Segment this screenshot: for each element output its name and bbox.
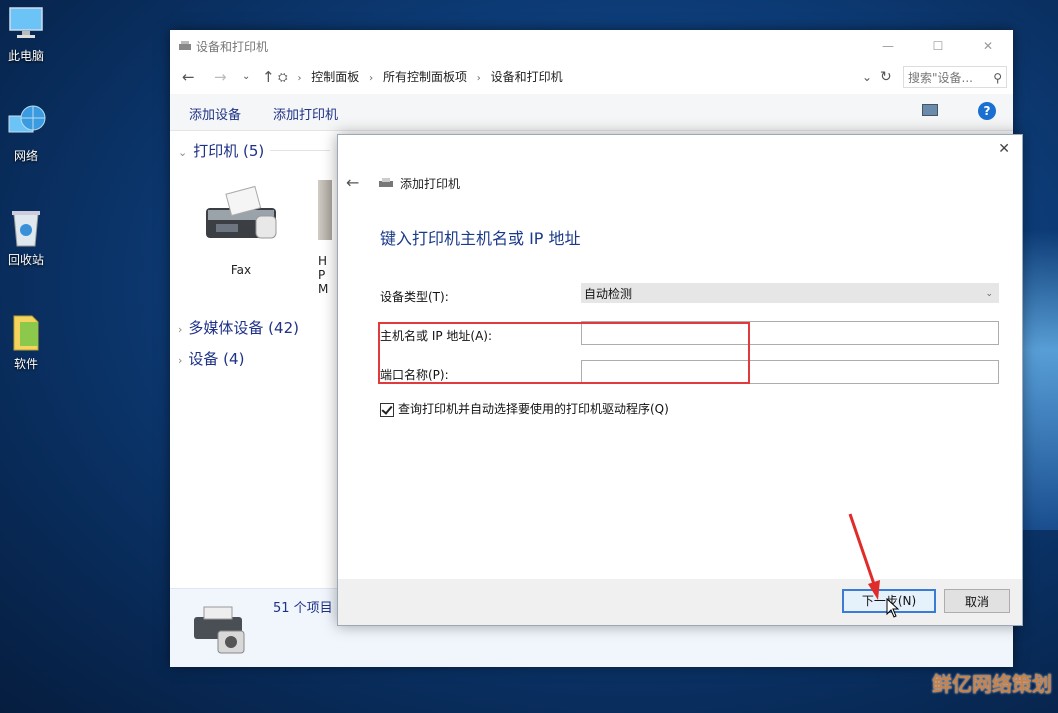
breadcrumb-control-panel[interactable]: 控制面板 — [311, 66, 359, 88]
add-printer-button[interactable]: 添加打印机 — [273, 104, 338, 123]
help-icon[interactable]: ? — [978, 102, 996, 120]
device-type-label: 设备类型(T): — [380, 290, 449, 304]
desktop-icon-label: 此电脑 — [7, 49, 44, 63]
device-type-value: 自动检测 — [584, 287, 633, 301]
printer-camera-icon — [194, 606, 245, 654]
group-label: 多媒体设备 (42) — [188, 319, 299, 337]
device-label: P — [318, 268, 326, 282]
breadcrumb-all-items[interactable]: 所有控制面板项 — [383, 66, 467, 88]
desktop-icon-recycle-bin[interactable]: 回收站 — [0, 208, 52, 268]
minimize-button[interactable]: — — [868, 36, 908, 56]
chevron-right-icon: › — [178, 323, 183, 336]
close-icon[interactable]: ✕ — [998, 141, 1010, 157]
chevron-right-icon: › — [178, 354, 183, 367]
search-icon: ⚲ — [993, 71, 1002, 85]
breadcrumb-devices-printers[interactable]: 设备和打印机 — [491, 66, 563, 88]
add-device-button[interactable]: 添加设备 — [189, 104, 241, 123]
device-label: M — [318, 282, 329, 296]
checkbox-checked[interactable] — [380, 402, 394, 417]
recycle-bin-icon — [6, 208, 46, 248]
back-arrow-icon[interactable]: ← — [346, 173, 359, 192]
desktop-icon-this-pc[interactable]: 此电脑 — [0, 4, 52, 64]
window-titlebar[interactable]: 设备和打印机 — ☐ ✕ — [170, 30, 1013, 62]
printer-icon — [379, 178, 393, 187]
device-label: Fax — [230, 263, 252, 277]
highlight-annotation-box — [378, 322, 750, 384]
chevron-down-icon: ⌄ — [985, 289, 993, 299]
dialog-footer: 下一步(N) 取消 — [338, 579, 1022, 625]
close-button[interactable]: ✕ — [968, 36, 1008, 56]
forward-arrow-icon[interactable]: → — [214, 67, 227, 87]
maximize-button[interactable]: ☐ — [918, 36, 958, 56]
desktop-icon-label: 回收站 — [7, 253, 44, 267]
search-placeholder: 搜索"设备... — [908, 71, 973, 85]
address-dropdown-icon[interactable]: ⌄ — [862, 67, 872, 87]
group-label: 设备 (4) — [188, 350, 245, 368]
command-toolbar: 添加设备 添加打印机 ? — [170, 94, 1013, 131]
group-printers[interactable]: ⌄ 打印机 (5) — [178, 140, 264, 161]
back-arrow-icon[interactable]: ← — [182, 67, 195, 87]
chevron-right-icon: › — [297, 73, 302, 84]
annotation-arrow-icon — [848, 513, 880, 600]
item-count: 51 个项目 — [273, 601, 333, 616]
computer-icon — [6, 4, 46, 44]
mouse-cursor-icon — [886, 598, 900, 618]
device-partial-printer[interactable]: H P M — [318, 180, 338, 296]
watermark: 鲜亿网络策划 — [932, 672, 1052, 696]
recent-dropdown-icon[interactable]: ⌄ — [242, 67, 250, 87]
devices-printers-icon: ⛭ — [278, 70, 288, 84]
group-label: 打印机 (5) — [193, 142, 265, 160]
group-divider — [270, 150, 330, 151]
desktop-icon-software[interactable]: 软件 — [0, 312, 52, 372]
desktop-icon-label: 软件 — [13, 357, 38, 371]
device-type-select[interactable]: 自动检测 ⌄ — [581, 283, 999, 303]
folder-icon — [6, 312, 46, 352]
dialog-heading: 键入打印机主机名或 IP 地址 — [380, 229, 581, 248]
chevron-right-icon: › — [369, 73, 374, 84]
window-title: 设备和打印机 — [196, 40, 269, 54]
up-arrow-icon[interactable]: ↑ — [262, 67, 275, 87]
search-input[interactable]: 搜索"设备... ⚲ — [903, 66, 1007, 88]
refresh-icon[interactable]: ↻ — [880, 67, 892, 87]
desktop-icon-network[interactable]: 网络 — [0, 104, 52, 164]
view-options-icon[interactable] — [922, 104, 938, 116]
network-globe-icon — [6, 104, 46, 144]
query-printer-checkbox[interactable]: 查询打印机并自动选择要使用的打印机驱动程序(Q) — [380, 400, 669, 417]
device-label: H — [318, 254, 328, 268]
device-fax[interactable]: Fax — [198, 180, 284, 277]
cancel-button[interactable]: 取消 — [944, 589, 1010, 613]
chevron-right-icon: › — [476, 73, 481, 84]
group-devices[interactable]: › 设备 (4) — [178, 348, 244, 369]
chevron-down-icon: ⌄ — [178, 146, 188, 159]
printer-icon — [318, 180, 332, 240]
address-bar-row: ← → ⌄ ↑ ⛭ › 控制面板 › 所有控制面板项 › 设备和打印机 ⌄ ↻ … — [170, 62, 1013, 92]
fax-icon — [206, 185, 277, 239]
address-box[interactable]: ⛭ › 控制面板 › 所有控制面板项 › 设备和打印机 — [278, 66, 878, 88]
query-checkbox-label: 查询打印机并自动选择要使用的打印机驱动程序(Q) — [398, 402, 669, 416]
desktop-icon-label: 网络 — [13, 149, 38, 163]
group-multimedia[interactable]: › 多媒体设备 (42) — [178, 317, 299, 338]
dialog-title: 添加打印机 — [400, 177, 461, 191]
devices-printers-icon — [179, 41, 191, 50]
